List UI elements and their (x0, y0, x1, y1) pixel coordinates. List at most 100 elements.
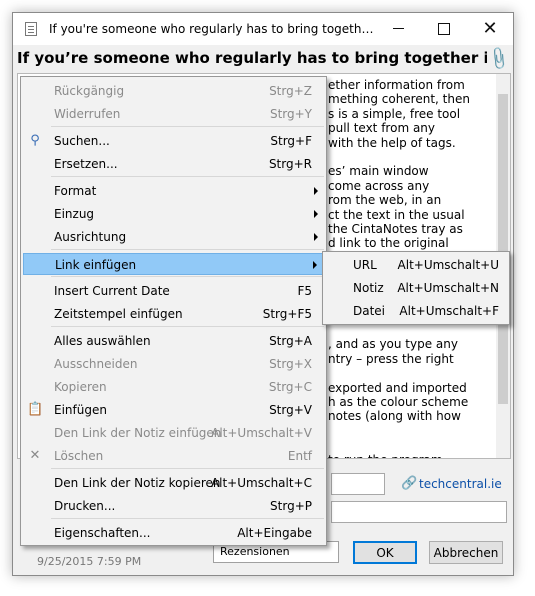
note-title[interactable]: If you’re someone who regularly has to b… (17, 49, 487, 67)
note-body-line[interactable]: ether information from (328, 78, 498, 92)
menu-item-shortcut: Strg+F5 (262, 307, 312, 321)
menu-item-einfügen[interactable]: 📋 Einfügen Strg+V (23, 399, 324, 421)
note-body-line[interactable] (328, 424, 498, 438)
menu-item-einzug[interactable]: Einzug (23, 203, 324, 225)
minimize-icon (392, 28, 404, 29)
menu-item-label: Rückgängig (54, 84, 125, 98)
menu-item-label: Link einfügen (55, 258, 137, 272)
submenu-item-notiz[interactable]: Notiz Alt+Umschalt+N (325, 277, 507, 299)
title-bar[interactable]: If you're someone who regularly has to b… (13, 13, 513, 45)
ok-button[interactable]: OK (353, 541, 417, 564)
menu-separator (51, 326, 324, 327)
tags-input[interactable] (331, 473, 385, 495)
note-body-line[interactable]: to run the program (328, 453, 498, 458)
menu-item-shortcut: Strg+Y (269, 107, 312, 121)
source-link[interactable]: techcentral.ie (419, 477, 502, 491)
menu-item-label: Ausschneiden (54, 357, 138, 371)
menu-separator (51, 468, 324, 469)
note-body-line[interactable]: h as the colour scheme (328, 395, 498, 409)
submenu-item-datei[interactable]: Datei Alt+Umschalt+F (325, 300, 507, 322)
note-body-line[interactable]: s is a simple, free tool (328, 107, 498, 121)
menu-item-shortcut: Alt+Umschalt+C (210, 476, 312, 490)
menu-separator (51, 249, 324, 250)
menu-item-shortcut: Strg+X (269, 357, 312, 371)
menu-item-shortcut: Strg+C (268, 380, 312, 394)
menu-item-insert-current-date[interactable]: Insert Current Date F5 (23, 280, 324, 302)
menu-item-rückgängig[interactable]: Rückgängig Strg+Z (23, 80, 324, 102)
close-button[interactable]: ✕ (467, 13, 513, 44)
menu-separator (51, 176, 324, 177)
scrollbar-thumb[interactable] (498, 94, 508, 404)
note-body-line[interactable]: es’ main window (328, 164, 498, 178)
note-body-line[interactable]: mething coherent, then (328, 92, 498, 106)
paste-icon: 📋 (27, 402, 44, 417)
menu-item-label: Widerrufen (54, 107, 121, 121)
link-icon: 🔗 (401, 476, 418, 491)
submenu-arrow-icon (313, 261, 317, 269)
menu-item-shortcut: Strg+A (269, 334, 312, 348)
menu-item-ersetzen[interactable]: Ersetzen... Strg+R (23, 153, 324, 175)
submenu-item-label: URL (353, 258, 377, 272)
menu-item-shortcut: Strg+Z (269, 84, 312, 98)
menu-item-label: Ersetzen... (54, 157, 118, 171)
attachment-icon[interactable]: 📎 (485, 45, 512, 72)
note-body-line[interactable] (328, 366, 498, 380)
menu-item-zeitstempel-einfügen[interactable]: Zeitstempel einfügen Strg+F5 (23, 303, 324, 325)
menu-item-label: Den Link der Notiz einfügen (54, 426, 222, 440)
submenu-arrow-icon (314, 210, 318, 218)
menu-item-shortcut: Strg+P (270, 499, 312, 513)
menu-item-label: Alles auswählen (54, 334, 151, 348)
cancel-button[interactable]: Abbrechen (429, 541, 503, 564)
menu-item-label: Den Link der Notiz kopieren (54, 476, 221, 490)
submenu-item-url[interactable]: URL Alt+Umschalt+U (325, 254, 507, 276)
note-body-line[interactable]: rom the web, in an (328, 193, 498, 207)
menu-item-eigenschaften[interactable]: Eigenschaften... Alt+Eingabe (23, 522, 324, 544)
delete-icon: ✕ (29, 448, 41, 463)
context-menu: Rückgängig Strg+Z Widerrufen Strg+Y ⚲ Suchen.… (20, 76, 327, 546)
menu-item-drucken[interactable]: Drucken... Strg+P (23, 495, 324, 517)
submenu-arrow-icon (314, 233, 318, 241)
menu-item-kopieren[interactable]: Kopieren Strg+C (23, 376, 324, 398)
menu-item-widerrufen[interactable]: Widerrufen Strg+Y (23, 103, 324, 125)
note-date: 9/25/2015 7:59 PM (37, 555, 142, 568)
menu-item-format[interactable]: Format (23, 180, 324, 202)
note-body-line[interactable]: the CintaNotes tray as (328, 222, 498, 236)
menu-item-ausrichtung[interactable]: Ausrichtung (23, 226, 324, 248)
submenu-item-shortcut: Alt+Umschalt+U (397, 258, 499, 272)
menu-item-link-einfügen[interactable]: Link einfügen (23, 253, 324, 275)
menu-separator (51, 126, 324, 127)
close-icon: ✕ (482, 18, 498, 39)
maximize-icon (438, 22, 450, 35)
note-body-line[interactable]: come across any (328, 179, 498, 193)
menu-separator (51, 518, 324, 519)
submenu-item-shortcut: Alt+Umschalt+N (397, 281, 499, 295)
menu-item-label: Zeitstempel einfügen (54, 307, 183, 321)
menu-item-label: Einzug (54, 207, 95, 221)
note-body-line[interactable]: ntry – press the right (328, 352, 498, 366)
submenu-item-label: Datei (353, 304, 386, 318)
note-body-line[interactable]: , and as you type any (328, 337, 498, 351)
note-body-line[interactable]: pull text from any (328, 121, 498, 135)
note-body-line[interactable]: exported and imported (328, 381, 498, 395)
note-body-line[interactable]: with the help of tags. (328, 136, 498, 150)
menu-item-label: Kopieren (54, 380, 107, 394)
note-body-line[interactable] (328, 150, 498, 164)
submenu-item-label: Notiz (353, 281, 384, 295)
menu-item-suchen[interactable]: ⚲ Suchen... Strg+F (23, 130, 324, 152)
minimize-button[interactable] (375, 13, 421, 44)
remarks-input[interactable] (331, 501, 507, 523)
menu-item-den-link-der-notiz-kopieren[interactable]: Den Link der Notiz kopieren Alt+Umschalt+… (23, 472, 324, 494)
note-body-line[interactable] (328, 323, 498, 337)
menu-separator (51, 276, 324, 277)
menu-item-shortcut: Alt+Umschalt+V (211, 426, 312, 440)
menu-item-den-link-der-notiz-einfügen[interactable]: Den Link der Notiz einfügen Alt+Umschalt+… (23, 422, 324, 444)
menu-item-ausschneiden[interactable]: Ausschneiden Strg+X (23, 353, 324, 375)
maximize-button[interactable] (421, 13, 467, 44)
menu-item-alles-auswählen[interactable]: Alles auswählen Strg+A (23, 330, 324, 352)
note-body-line[interactable]: ct the text in the usual (328, 208, 498, 222)
note-body-line[interactable]: d link to the original (328, 236, 498, 250)
note-body-line[interactable] (328, 438, 498, 452)
menu-item-löschen[interactable]: ✕ Löschen Entf (23, 445, 324, 467)
note-body-line[interactable]: notes (along with how (328, 409, 498, 423)
menu-item-shortcut: Strg+R (268, 157, 312, 171)
